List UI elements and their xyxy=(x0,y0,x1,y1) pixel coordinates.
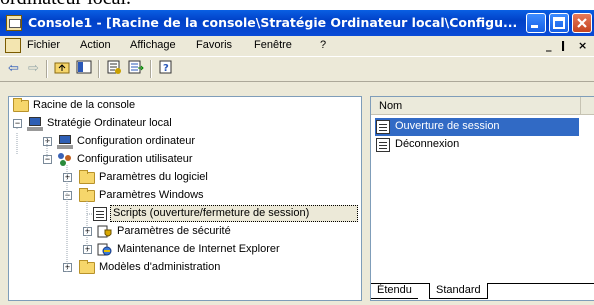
mdi-close-icon[interactable]: × xyxy=(578,39,587,52)
export-list-icon[interactable] xyxy=(126,60,145,78)
document-window-icon[interactable] xyxy=(5,38,21,53)
help-icon[interactable]: ? xyxy=(156,60,175,78)
view-tabs: Étendu Standard xyxy=(371,283,594,300)
show-hide-tree-icon[interactable] xyxy=(74,60,93,78)
menu-affichage[interactable]: Affichage xyxy=(130,39,176,51)
menu-action[interactable]: Action xyxy=(80,39,111,51)
script-icon xyxy=(376,120,390,134)
up-folder-icon[interactable] xyxy=(52,60,71,78)
document-caption: ordinateur local. xyxy=(0,0,594,10)
mdi-minimize-icon[interactable]: _ xyxy=(546,39,552,52)
console-app-icon[interactable] xyxy=(6,15,22,31)
title-bar[interactable]: Console1 - [Racine de la console\Stratég… xyxy=(0,10,594,36)
window-title: Console1 - [Racine de la console\Stratég… xyxy=(28,15,518,30)
mmc-window: Console1 - [Racine de la console\Stratég… xyxy=(0,10,594,305)
menu-help[interactable]: ? xyxy=(320,39,326,51)
tab-standard[interactable]: Standard xyxy=(429,283,488,299)
toolbar: ⇦ ⇨ ? xyxy=(0,56,594,82)
caption-text: ordinateur local. xyxy=(0,0,131,10)
menu-fichier[interactable]: Fichier xyxy=(27,39,60,51)
maximize-icon[interactable] xyxy=(549,13,569,33)
back-arrow-icon[interactable]: ⇦ xyxy=(4,60,23,78)
column-header-row: Nom xyxy=(371,97,594,115)
toolbar-separator xyxy=(46,60,48,78)
script-icon xyxy=(376,138,390,152)
result-pane[interactable]: Nom Ouverture de session Déconnexion Éte… xyxy=(370,96,594,301)
tree-lines xyxy=(16,128,93,273)
list-item-ouverture-de-session[interactable]: Ouverture de session xyxy=(375,118,579,136)
menu-fenetre[interactable]: Fenêtre xyxy=(254,39,292,51)
minimize-icon[interactable] xyxy=(526,13,546,33)
close-icon[interactable] xyxy=(572,13,592,33)
console-tree[interactable]: Racine de la console − Stratégie Ordinat… xyxy=(8,96,362,301)
console-panes: Racine de la console − Stratégie Ordinat… xyxy=(0,82,594,305)
list-item-deconnexion[interactable]: Déconnexion xyxy=(375,136,579,154)
toolbar-separator xyxy=(150,60,152,78)
menu-favoris[interactable]: Favoris xyxy=(196,39,232,51)
toolbar-separator xyxy=(98,60,100,78)
forward-arrow-icon[interactable]: ⇨ xyxy=(24,60,43,78)
column-header-nom[interactable]: Nom xyxy=(371,97,581,115)
properties-icon[interactable] xyxy=(104,60,123,78)
svg-text:?: ? xyxy=(163,63,169,74)
mdi-restore-icon[interactable]: ǀ xyxy=(561,39,565,52)
tab-etendu[interactable]: Étendu xyxy=(371,283,418,299)
menu-bar: Fichier Action Affichage Favoris Fenêtre… xyxy=(0,36,594,56)
